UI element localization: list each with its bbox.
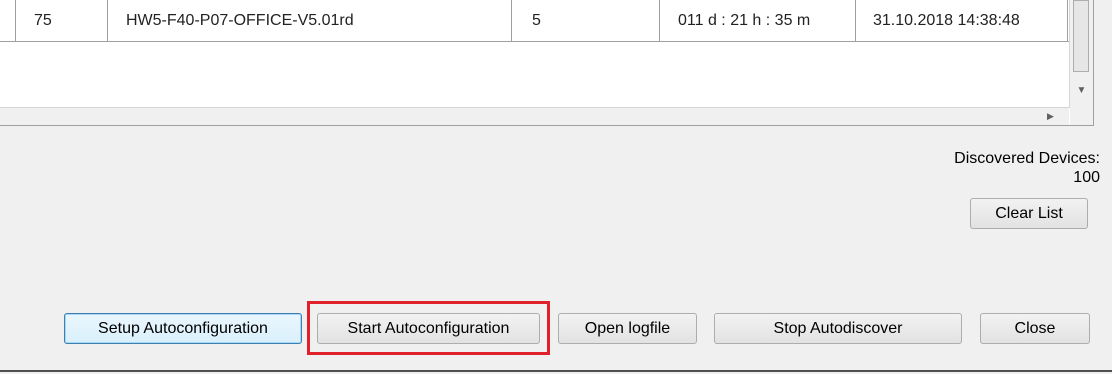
close-button[interactable]: Close xyxy=(980,313,1090,344)
clear-list-button[interactable]: Clear List xyxy=(970,198,1088,229)
table-row[interactable]: 75 HW5-F40-P07-OFFICE-V5.01rd 5 011 d : … xyxy=(0,0,1069,42)
row-header-cell xyxy=(0,0,16,41)
open-logfile-button[interactable]: Open logfile xyxy=(558,313,697,344)
vertical-scroll-thumb[interactable] xyxy=(1073,0,1089,72)
device-name-cell: HW5-F40-P07-OFFICE-V5.01rd xyxy=(108,0,512,41)
discovered-devices-label: Discovered Devices: xyxy=(954,150,1100,167)
timestamp-cell: 31.10.2018 14:38:48 xyxy=(856,0,1068,41)
setup-autoconfiguration-button[interactable]: Setup Autoconfiguration xyxy=(64,313,302,344)
value-cell: 5 xyxy=(512,0,660,41)
index-cell: 75 xyxy=(16,0,108,41)
discovered-devices-count: 100 xyxy=(1073,169,1100,186)
stop-autodiscover-button[interactable]: Stop Autodiscover xyxy=(714,313,962,344)
scrollbar-corner xyxy=(1070,108,1093,125)
horizontal-scrollbar[interactable]: ▶ xyxy=(0,107,1069,125)
device-list-grid[interactable]: 75 HW5-F40-P07-OFFICE-V5.01rd 5 011 d : … xyxy=(0,0,1094,126)
bottom-divider xyxy=(0,370,1112,372)
vertical-scrollbar[interactable]: ▼ xyxy=(1069,0,1093,108)
start-autoconfiguration-button[interactable]: Start Autoconfiguration xyxy=(317,313,540,344)
scroll-right-arrow-icon[interactable]: ▶ xyxy=(1042,108,1059,125)
uptime-cell: 011 d : 21 h : 35 m xyxy=(660,0,856,41)
scroll-down-arrow-icon[interactable]: ▼ xyxy=(1070,74,1093,108)
